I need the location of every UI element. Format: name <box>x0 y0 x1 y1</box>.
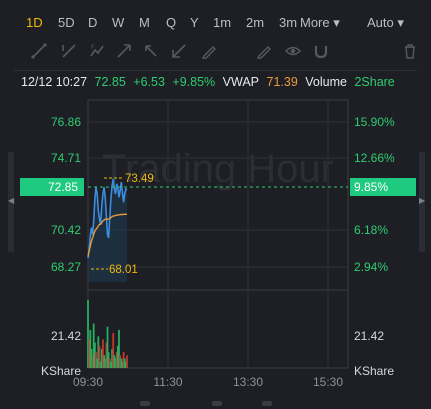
volume-axis-left-max: 21.42 <box>51 329 81 343</box>
current-pct-badge-text: 9.85% <box>354 180 388 194</box>
x-axis-label: 15:30 <box>313 375 343 389</box>
x-axis-label: 11:30 <box>153 375 182 389</box>
intraday-chart[interactable]: Trading Hour73.4968.0176.8674.7170.4268.… <box>0 0 431 409</box>
high-label: 73.49 <box>125 173 154 185</box>
right-axis-tick: 2.94% <box>354 260 388 274</box>
scroll-indicator[interactable] <box>212 401 222 406</box>
x-axis-label: 09:30 <box>73 375 103 389</box>
left-axis-tick: 70.42 <box>51 223 81 237</box>
scroll-indicator[interactable] <box>140 401 150 406</box>
left-axis-tick: 68.27 <box>51 260 81 274</box>
scroll-indicator[interactable] <box>262 401 272 406</box>
low-label: 68.01 <box>109 264 138 276</box>
current-price-badge-text: 72.85 <box>48 180 78 194</box>
x-axis-label: 13:30 <box>233 375 263 389</box>
volume-axis-right-max: 21.42 <box>354 329 384 343</box>
left-axis-tick: 74.71 <box>51 151 81 165</box>
volume-axis-right-unit: KShare <box>354 364 394 378</box>
right-axis-tick: 12.66% <box>354 151 395 165</box>
volume-bar <box>126 355 128 368</box>
right-axis-tick: 6.18% <box>354 223 388 237</box>
right-axis-tick: 15.90% <box>354 115 395 129</box>
left-axis-tick: 76.86 <box>51 115 81 129</box>
bottom-scroll-bar <box>0 395 431 409</box>
